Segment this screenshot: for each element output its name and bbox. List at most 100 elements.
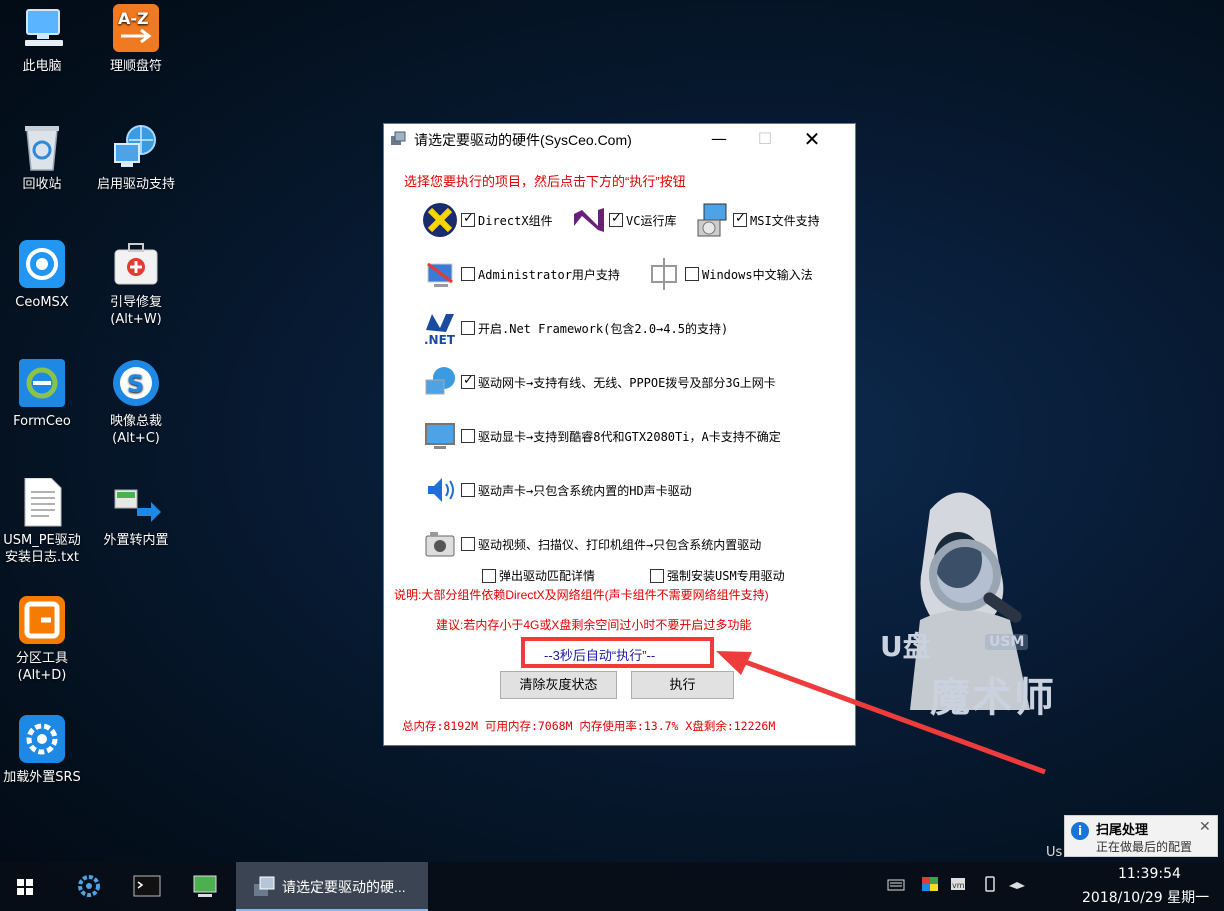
svg-text:A-Z: A-Z — [118, 9, 149, 28]
sound-checkbox[interactable] — [461, 483, 475, 497]
display-label: 驱动显卡→支持到酷睿8代和GTX2080Ti，A卡支持不确定 — [478, 429, 781, 444]
maximize-button[interactable]: ☐ — [742, 124, 788, 154]
driver-select-dialog: 请选定要驱动的硬件(SysCeo.Com) — ☐ ✕ 选择您要执行的项目，然后… — [383, 123, 856, 746]
sysceo-s-icon: S — [111, 359, 161, 409]
taskbar-settings-app[interactable] — [68, 862, 110, 911]
taskbar-active-window[interactable]: 请选定要驱动的硬... — [236, 862, 428, 911]
option-sound[interactable]: 驱动声卡→只包含系统内置的HD声卡驱动 — [422, 472, 692, 508]
directx-checkbox[interactable] — [461, 211, 475, 227]
desktop-icon-formceo[interactable]: FormCeo — [0, 359, 90, 430]
network-checkbox[interactable] — [461, 373, 475, 389]
clear-gray-state-button[interactable]: 清除灰度状态 — [500, 671, 617, 699]
network-globe-icon — [111, 122, 161, 172]
administrator-label: Administrator用户支持 — [478, 267, 620, 282]
taskbar-terminal[interactable] — [126, 862, 168, 911]
directx-icon — [422, 202, 458, 238]
chinese-ime-label: Windows中文输入法 — [702, 267, 813, 282]
dotnet-checkbox[interactable] — [461, 321, 475, 335]
option-chinese-ime[interactable]: Windows中文输入法 — [646, 256, 813, 292]
desktop-icon-this-pc[interactable]: 此电脑 — [0, 4, 90, 75]
info-icon: i — [1071, 822, 1089, 840]
dialog-title: 请选定要驱动的硬件(SysCeo.Com) — [414, 132, 632, 148]
terminal-icon — [133, 875, 161, 897]
msi-installer-icon — [694, 202, 730, 238]
toast-close-icon[interactable]: ✕ — [1199, 819, 1211, 835]
display-checkbox[interactable] — [461, 429, 475, 443]
option-directx[interactable]: DirectX组件 — [422, 202, 553, 238]
svg-text:vm: vm — [952, 881, 965, 890]
desktop-icon-usm-log[interactable]: USM_PE驱动 安装日志.txt — [0, 477, 90, 566]
option-network[interactable]: 驱动网卡→支持有线、无线、PPPOE拨号及部分3G上网卡 — [422, 364, 776, 400]
window-app-icon — [254, 876, 275, 896]
option-video-scanner[interactable]: 驱动视频、扫描仪、打印机组件→只包含系统内置驱动 — [422, 526, 761, 562]
az-sort-icon: A-Z — [111, 4, 161, 54]
force-usm-checkbox[interactable] — [650, 568, 664, 583]
popup-details-checkbox[interactable] — [482, 568, 496, 583]
minimize-button[interactable]: — — [696, 124, 742, 154]
vc-runtime-checkbox[interactable] — [609, 211, 623, 227]
desktop-icon-external-to-internal[interactable]: 外置转内置 — [88, 478, 184, 549]
desktop-icon-label: 分区工具 (Alt+D) — [15, 651, 68, 683]
directx-label: DirectX组件 — [478, 213, 553, 228]
desktop-icon-load-srs[interactable]: 加载外置SRS — [0, 715, 90, 786]
video-scanner-checkbox[interactable] — [461, 537, 475, 551]
desktop-icon-az-sort[interactable]: A-Z 理顺盘符 — [88, 4, 184, 75]
msi-label: MSI文件支持 — [750, 213, 820, 228]
brand-usm: USM — [985, 634, 1029, 650]
option-administrator[interactable]: Administrator用户支持 — [422, 256, 620, 292]
sound-label: 驱动声卡→只包含系统内置的HD声卡驱动 — [478, 483, 692, 498]
desktop-icon-label: 回收站 — [22, 177, 62, 192]
option-popup-details[interactable]: 弹出驱动匹配详情 — [482, 567, 595, 584]
desktop-icon-label: 此电脑 — [22, 59, 62, 74]
clock-time[interactable]: 11:39:54 — [1118, 866, 1181, 882]
active-window-title: 请选定要驱动的硬... — [282, 879, 406, 895]
usb-drive-icon[interactable] — [981, 876, 999, 892]
desktop-icon-boot-repair[interactable]: 引导修复 (Alt+W) — [88, 240, 184, 328]
vc-runtime-label: VC运行库 — [626, 213, 677, 228]
option-display[interactable]: 驱动显卡→支持到酷睿8代和GTX2080Ti，A卡支持不确定 — [422, 418, 781, 454]
option-force-usm[interactable]: 强制安装USM专用驱动 — [650, 567, 785, 584]
notification-toast[interactable]: i 扫尾处理 正在做最后的配置 ✕ — [1064, 815, 1218, 857]
dotnet-icon: .NET — [422, 310, 458, 347]
option-vc-runtime[interactable]: VC运行库 — [570, 202, 676, 238]
vm-tools-icon[interactable]: vm — [950, 876, 968, 892]
execute-button[interactable]: 执行 — [631, 671, 734, 699]
keyboard-icon[interactable] — [887, 876, 905, 892]
option-dotnet[interactable]: .NET 开启.Net Framework(包含2.0→4.5的支持) — [422, 310, 728, 347]
computer-icon — [17, 4, 67, 54]
formceo-icon — [17, 359, 67, 409]
dependency-note: 说明:大部分组件依赖DirectX及网络组件(声卡组件不需要网络组件支持) — [394, 588, 769, 602]
desktop-icon-ceomsx[interactable]: CeoMSX — [0, 240, 90, 311]
toast-title: 扫尾处理 — [1096, 822, 1149, 837]
option-msi[interactable]: MSI文件支持 — [694, 202, 820, 238]
dialog-titlebar[interactable]: 请选定要驱动的硬件(SysCeo.Com) — ☐ ✕ — [384, 124, 855, 154]
svg-text:.NET: .NET — [424, 333, 456, 346]
network-card-icon — [422, 364, 458, 400]
camera-icon — [422, 526, 458, 562]
brand-u-pan: U盘 — [880, 630, 931, 663]
first-aid-kit-icon — [111, 240, 161, 290]
administrator-checkbox[interactable] — [461, 267, 475, 281]
msi-checkbox[interactable] — [733, 211, 747, 227]
ceomsx-icon — [17, 240, 67, 290]
taskbar-device-manager[interactable] — [184, 862, 226, 911]
color-display-icon[interactable] — [921, 876, 939, 892]
network-tray-icon[interactable] — [1008, 876, 1026, 892]
close-button[interactable]: ✕ — [789, 124, 835, 154]
start-button[interactable] — [0, 862, 52, 911]
desktop-icon-image-ceo[interactable]: S 映像总裁 (Alt+C) — [88, 359, 184, 447]
monitor-icon — [422, 418, 458, 454]
desktop-icon-partition-tool[interactable]: 分区工具 (Alt+D) — [0, 596, 90, 684]
desktop-icon-label: FormCeo — [13, 414, 71, 429]
network-label: 驱动网卡→支持有线、无线、PPPOE拨号及部分3G上网卡 — [478, 375, 776, 390]
brand-magician: 魔术师 — [930, 674, 1056, 721]
taskbar: 请选定要驱动的硬... — [0, 862, 1224, 911]
desktop-icon-enable-driver[interactable]: 启用驱动支持 — [88, 122, 184, 193]
desktop-icon-label: 外置转内置 — [103, 533, 169, 548]
dialog-heading: 选择您要执行的项目，然后点击下方的“执行”按钮 — [404, 174, 686, 189]
transfer-arrow-icon — [111, 478, 161, 528]
desktop-icon-recycle-bin[interactable]: 回收站 — [0, 122, 90, 193]
chinese-ime-checkbox[interactable] — [685, 267, 699, 281]
desktop-icon-label: USM_PE驱动 安装日志.txt — [3, 533, 81, 565]
clock-date[interactable]: 2018/10/29 星期一 — [1082, 887, 1209, 907]
